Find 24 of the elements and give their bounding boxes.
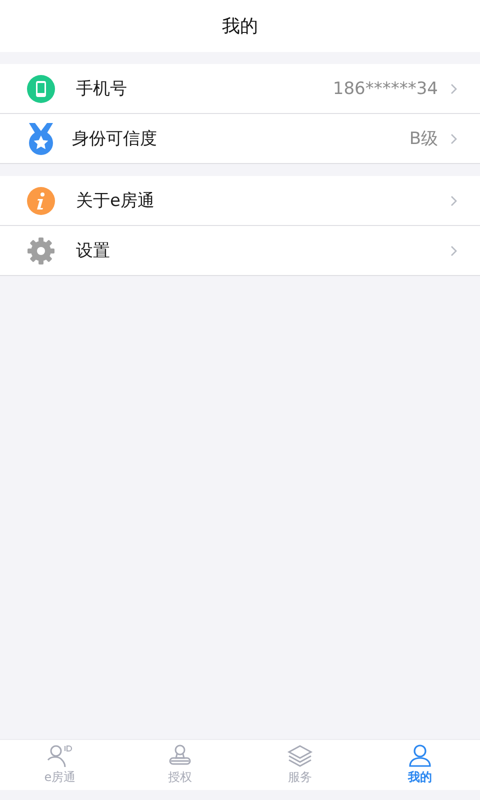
row-label: 设置 — [76, 240, 110, 262]
settings-row[interactable]: 手机号 186******34 — [0, 64, 480, 114]
settings-row[interactable]: 关于e房通 — [0, 176, 480, 226]
chevron-icon — [450, 244, 458, 256]
chevron-icon — [450, 194, 458, 206]
medal-icon — [26, 122, 56, 156]
settings-icon — [26, 236, 56, 266]
chevron-icon — [450, 82, 458, 94]
stamp-icon — [168, 744, 192, 768]
row-label: 手机号 — [76, 78, 127, 100]
row-label: 身份可信度 — [72, 128, 157, 150]
row-value: 186******34 — [332, 78, 438, 98]
phone-icon — [26, 74, 56, 104]
chevron-icon — [450, 132, 458, 144]
settings-row[interactable]: 身份可信度 B级 — [0, 114, 480, 164]
layers-icon — [287, 744, 313, 768]
row-label: 关于e房通 — [76, 190, 154, 212]
person-icon — [408, 744, 432, 768]
person-icon — [47, 744, 73, 768]
settings-row[interactable]: 设置 — [0, 226, 480, 276]
info-icon — [26, 186, 56, 216]
page-title: 我的 — [222, 15, 258, 38]
tab-item[interactable]: 我的 — [360, 740, 480, 790]
row-value: B级 — [409, 128, 438, 150]
